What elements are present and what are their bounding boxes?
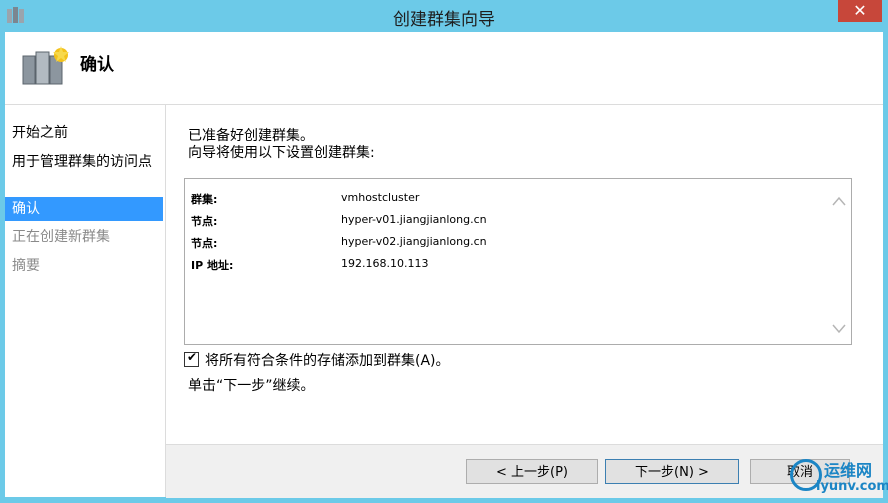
add-storage-checkbox[interactable]: ✔	[184, 350, 199, 367]
scroll-up-icon[interactable]	[831, 194, 847, 208]
step-before-you-begin[interactable]: 开始之前	[5, 125, 163, 142]
step-confirmation[interactable]: 确认	[5, 197, 163, 221]
close-button[interactable]: ✕	[838, 0, 882, 22]
step-access-point[interactable]: 用于管理群集的访问点	[5, 154, 163, 171]
wizard-window: 确认 开始之前 用于管理群集的访问点 确认 正在创建新群集 摘要 已准备好创建群…	[5, 32, 883, 498]
intro-line-1: 已准备好创建群集。	[188, 128, 314, 144]
next-button[interactable]: 下一步(N) >	[605, 459, 739, 484]
page-title: 确认	[80, 55, 114, 75]
intro-text: 已准备好创建群集。 向导将使用以下设置创建群集:	[188, 128, 375, 162]
setting-value: 192.168.10.113	[341, 257, 429, 270]
setting-value: vmhostcluster	[341, 191, 420, 204]
title-bar: 创建群集向导 ✕	[0, 0, 888, 32]
checkmark-icon: ✔	[187, 350, 198, 364]
step-summary: 摘要	[12, 258, 40, 274]
intro-line-2: 向导将使用以下设置创建群集:	[188, 145, 375, 161]
wizard-steps-sidebar: 开始之前 用于管理群集的访问点 确认 正在创建新群集 摘要	[5, 105, 166, 497]
wizard-content: 已准备好创建群集。 向导将使用以下设置创建群集: 群集: vmhostclust…	[166, 105, 883, 497]
setting-value: hyper-v01.jiangjianlong.cn	[341, 213, 487, 226]
setting-key: 节点:	[191, 215, 218, 228]
watermark-line-2: iyunv.com	[816, 479, 888, 494]
wizard-header: 确认	[5, 32, 883, 105]
continue-hint: 单击“下一步”继续。	[188, 378, 315, 394]
scroll-down-icon[interactable]	[831, 322, 847, 336]
setting-value: hyper-v02.jiangjianlong.cn	[341, 235, 487, 248]
window-title: 创建群集向导	[393, 10, 495, 30]
setting-key: IP 地址:	[191, 259, 234, 272]
previous-button[interactable]: < 上一步(P)	[466, 459, 598, 484]
add-storage-label: 将所有符合条件的存储添加到群集(A)。	[205, 353, 450, 369]
wizard-footer: < 上一步(P) 下一步(N) > 取消	[166, 444, 883, 498]
settings-list[interactable]: 群集: vmhostcluster 节点: hyper-v01.jiangjia…	[184, 178, 852, 345]
setting-key: 群集:	[191, 193, 218, 206]
add-storage-option[interactable]: ✔ 将所有符合条件的存储添加到群集(A)。	[184, 350, 450, 370]
site-watermark-logo: 运维网 iyunv.com	[790, 457, 888, 497]
step-creating-cluster: 正在创建新群集	[12, 229, 110, 245]
cluster-servers-icon	[22, 46, 69, 85]
watermark-line-1: 运维网	[824, 461, 873, 480]
setting-key: 节点:	[191, 237, 218, 250]
